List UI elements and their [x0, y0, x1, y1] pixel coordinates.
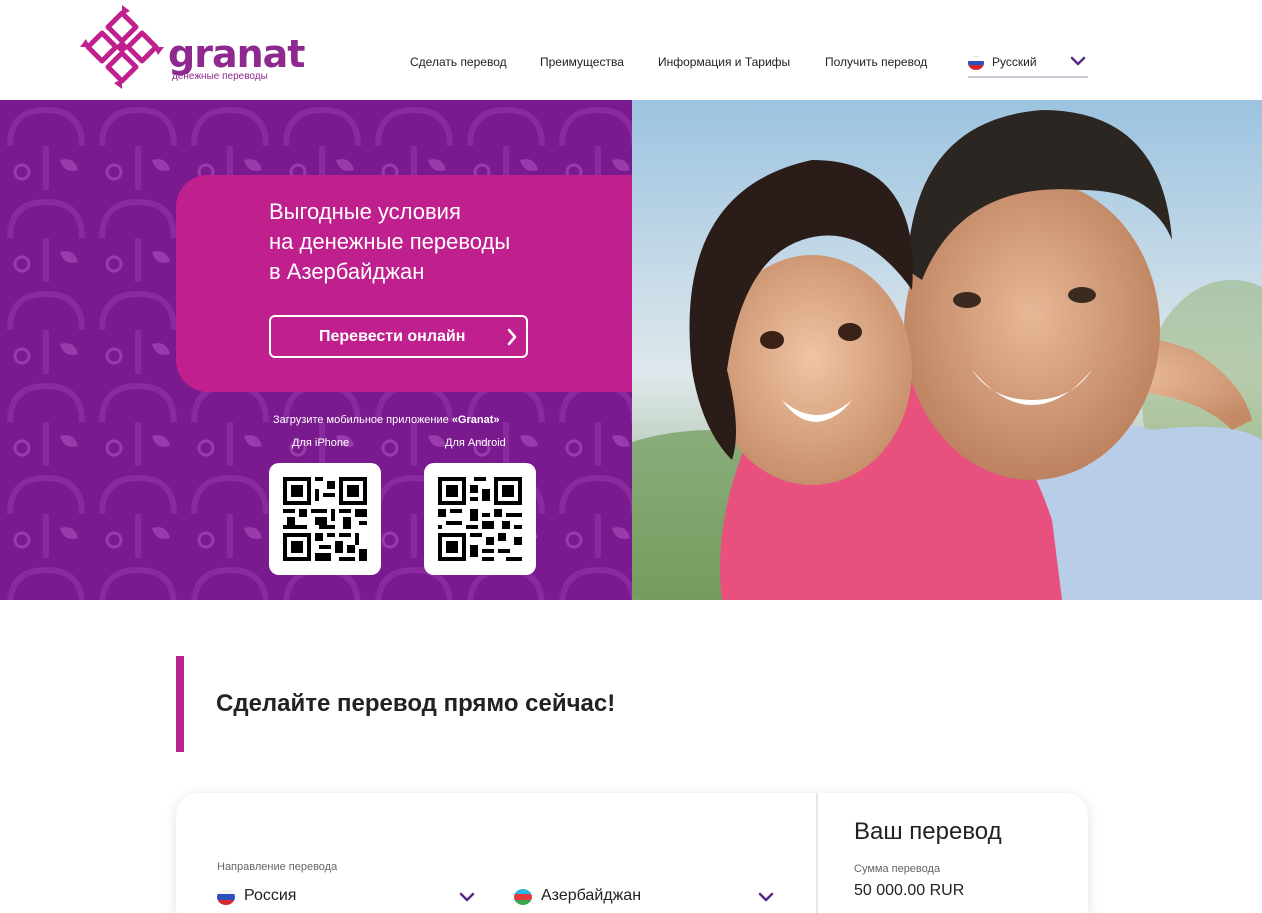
- from-country-select[interactable]: Россия: [217, 885, 477, 911]
- from-country-label: Россия: [244, 887, 297, 904]
- brand-tagline: денежные переводы: [172, 71, 268, 82]
- hero-photo-father-daughter: [632, 100, 1262, 600]
- chevron-down-icon: [459, 892, 475, 902]
- promo-card: Выгодные условия на денежные переводы в …: [176, 175, 632, 392]
- site-header: granat денежные переводы Сделать перевод…: [0, 0, 1262, 100]
- amount-label: Сумма перевода: [854, 863, 941, 875]
- granat-flower-icon: [80, 5, 164, 89]
- chevron-right-icon: [507, 328, 517, 346]
- flag-ru-icon: [968, 56, 984, 70]
- app-name: «Granat»: [451, 414, 500, 426]
- qr-code-icon: [438, 477, 522, 561]
- summary-title: Ваш перевод: [854, 818, 1002, 845]
- granat-logo[interactable]: granat денежные переводы: [80, 5, 305, 91]
- hero-title-line: в Азербайджан: [269, 259, 425, 284]
- qr-code-icon: [283, 477, 367, 561]
- flag-ru-icon: [217, 889, 235, 905]
- amount-value: 50 000.00 RUR: [854, 882, 965, 899]
- iphone-qr-code[interactable]: [269, 463, 381, 575]
- form-divider: [816, 793, 818, 913]
- to-country-label: Азербайджан: [541, 887, 642, 904]
- direction-label: Направление перевода: [217, 861, 338, 873]
- nav-advantages[interactable]: Преимущества: [540, 55, 624, 69]
- section-title: Сделайте перевод прямо сейчас!: [216, 690, 616, 717]
- nav-info-tariffs[interactable]: Информация и Тарифы: [658, 55, 790, 69]
- app-download-prefix: Загрузите мобильное приложение: [273, 414, 452, 426]
- language-label: Русский: [992, 55, 1037, 69]
- section-header: Сделайте перевод прямо сейчас!: [176, 656, 876, 752]
- iphone-label: Для iPhone: [292, 437, 350, 449]
- app-download-text: Загрузите мобильное приложение «Granat»: [273, 414, 500, 426]
- transfer-online-button[interactable]: Перевести онлайн: [269, 315, 528, 358]
- chevron-down-icon: [758, 892, 774, 902]
- family-photo: [632, 100, 1262, 600]
- brand-name: granat: [168, 32, 305, 76]
- to-country-select[interactable]: Азербайджан: [514, 885, 776, 911]
- hero-title-line: на денежные переводы: [269, 229, 511, 254]
- android-label: Для Android: [445, 437, 506, 449]
- hero-banner: Выгодные условия на денежные переводы в …: [0, 100, 1262, 600]
- nav-receive-transfer[interactable]: Получить перевод: [825, 55, 927, 69]
- hero-title: Выгодные условия на денежные переводы в …: [269, 197, 609, 287]
- transfer-form-card: Направление перевода Россия Азербайджан …: [176, 793, 1088, 913]
- transfer-online-label: Перевести онлайн: [319, 328, 466, 345]
- language-select[interactable]: Русский: [968, 50, 1088, 78]
- android-qr-code[interactable]: [424, 463, 536, 575]
- nav-make-transfer[interactable]: Сделать перевод: [410, 55, 507, 69]
- flag-az-icon: [514, 889, 532, 905]
- hero-title-line: Выгодные условия: [269, 199, 461, 224]
- chevron-down-icon: [1070, 56, 1086, 66]
